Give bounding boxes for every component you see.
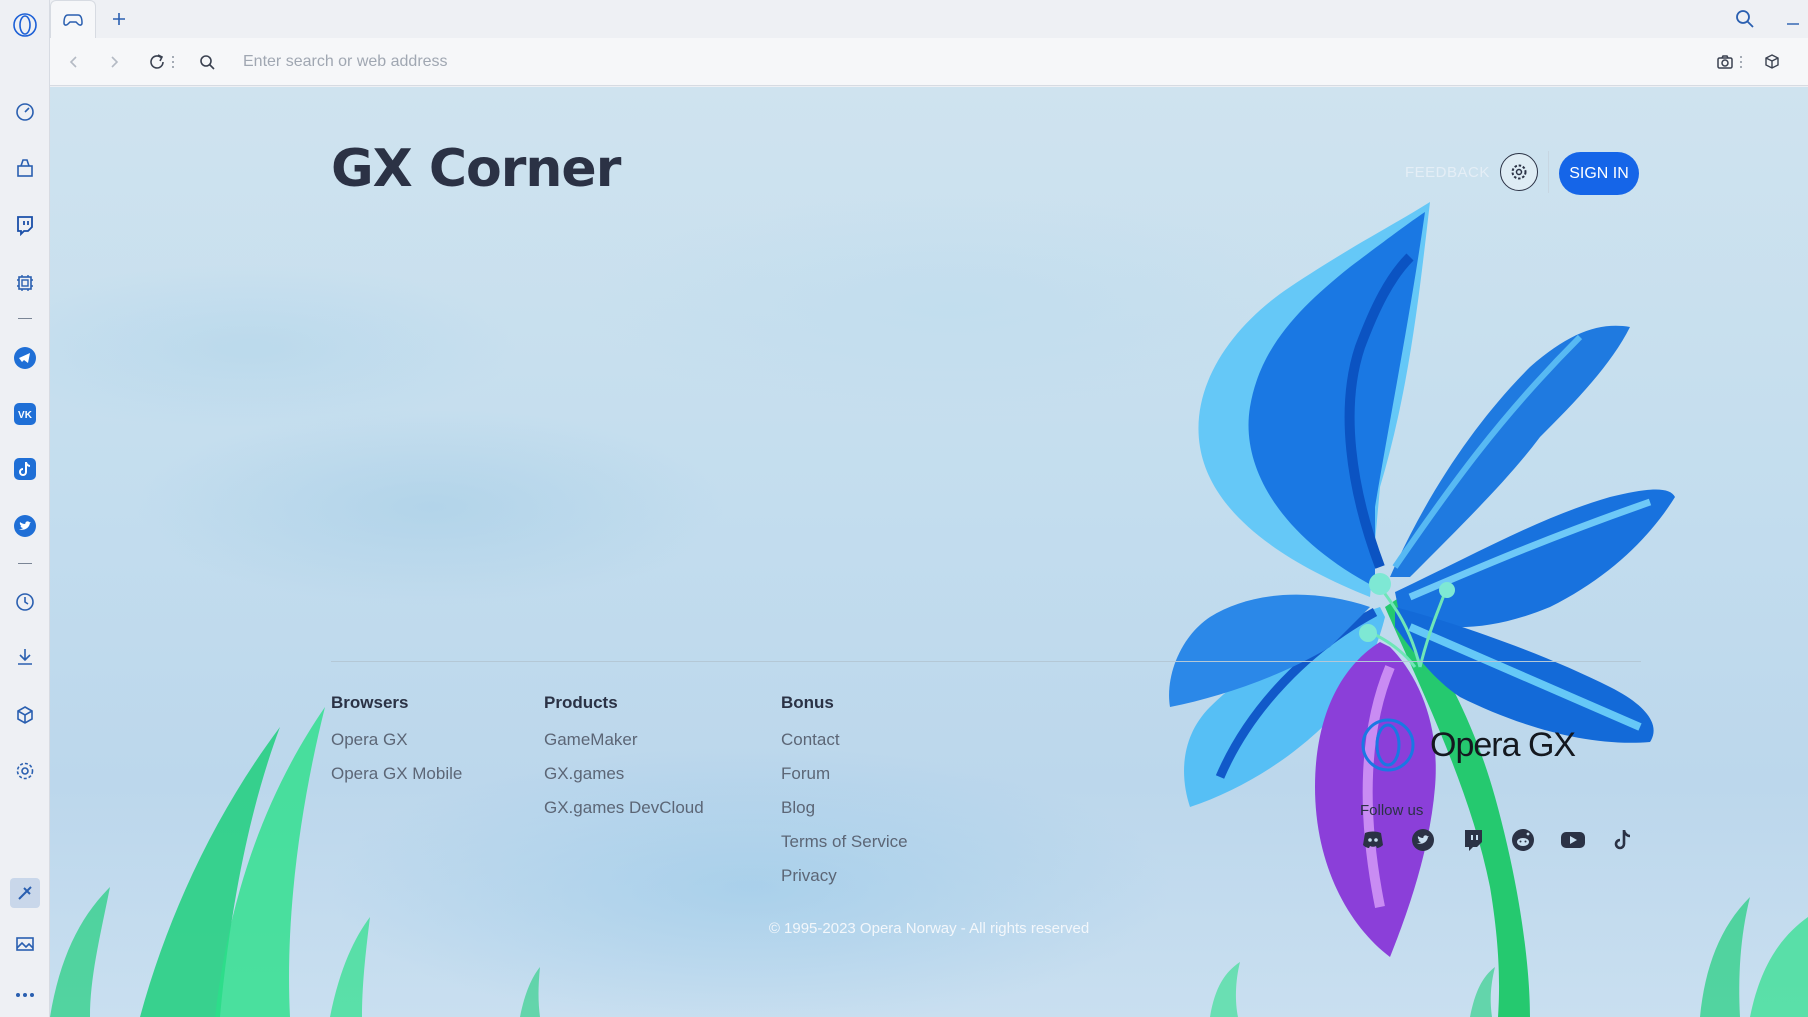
twitter-icon[interactable] — [10, 511, 40, 541]
footer-link[interactable]: Privacy — [781, 859, 908, 893]
new-tab-button[interactable] — [104, 4, 134, 34]
page-title: GX Corner — [331, 139, 621, 199]
header-divider — [1548, 151, 1549, 193]
gamepad-icon — [63, 13, 83, 26]
footer-link[interactable]: GX.games — [544, 757, 704, 791]
footer-link[interactable]: Opera GX Mobile — [331, 757, 462, 791]
opera-gx-brand[interactable]: Opera GX — [1360, 717, 1576, 773]
sidebar: VK — [0, 0, 50, 1017]
flower-background-art — [50, 202, 1808, 1017]
hardware-monitor-icon[interactable] — [10, 268, 40, 298]
reload-icon — [150, 54, 164, 69]
extensions-icon[interactable] — [10, 700, 40, 730]
sidebar-separator — [18, 318, 32, 319]
copyright-text: © 1995-2023 Opera Norway - All rights re… — [768, 920, 1090, 937]
footer-divider — [331, 661, 1641, 662]
follow-us-label: Follow us — [1360, 802, 1424, 819]
address-input[interactable] — [243, 50, 1643, 74]
footer-link[interactable]: GX.games DevCloud — [544, 791, 704, 825]
twitch-icon[interactable] — [1460, 827, 1486, 853]
footer-column-products: Products GameMaker GX.games GX.games Dev… — [544, 693, 704, 825]
page-settings-button[interactable] — [1500, 153, 1538, 191]
extensions-toolbar-button[interactable] — [1757, 47, 1787, 77]
tiktok-icon[interactable] — [1610, 827, 1636, 853]
telegram-icon[interactable] — [10, 343, 40, 373]
camera-icon — [1717, 55, 1733, 69]
address-bar — [50, 38, 1808, 86]
active-tab[interactable] — [50, 0, 96, 38]
brand-name: Opera GX — [1430, 725, 1576, 764]
history-icon[interactable] — [10, 587, 40, 617]
cube-icon — [1765, 54, 1779, 69]
footer-link[interactable]: Opera GX — [331, 723, 462, 757]
address-menu-icon[interactable] — [168, 47, 178, 77]
tab-strip — [50, 0, 1808, 38]
opera-logo-icon[interactable] — [10, 10, 40, 40]
downloads-icon[interactable] — [10, 642, 40, 672]
search-icon — [1736, 10, 1754, 28]
gear-icon — [1511, 164, 1527, 180]
speed-dial-icon[interactable] — [10, 97, 40, 127]
back-arrow-icon — [69, 56, 77, 68]
gx-control-icon[interactable] — [10, 153, 40, 183]
footer-heading: Products — [544, 693, 618, 712]
discord-icon[interactable] — [1360, 827, 1386, 853]
youtube-icon[interactable] — [1560, 827, 1586, 853]
settings-icon[interactable] — [10, 756, 40, 786]
opera-gx-logo-icon — [1361, 718, 1415, 772]
reddit-icon[interactable] — [1510, 827, 1536, 853]
tiktok-icon[interactable] — [10, 454, 40, 484]
gallery-icon[interactable] — [10, 929, 40, 959]
footer-link[interactable]: Forum — [781, 757, 908, 791]
footer-heading: Browsers — [331, 693, 409, 712]
minimize-button[interactable] — [1778, 4, 1808, 34]
sign-in-button[interactable]: SIGN IN — [1559, 152, 1639, 195]
more-icon[interactable] — [10, 980, 40, 1010]
footer-link[interactable]: Blog — [781, 791, 908, 825]
svg-text:VK: VK — [18, 410, 33, 421]
footer-link[interactable]: Terms of Service — [781, 825, 908, 859]
sidebar-separator — [18, 563, 32, 564]
gx-corner-page: GX Corner FEEDBACK SIGN IN Browsers Oper… — [50, 87, 1808, 1017]
address-search-icon — [192, 47, 222, 77]
footer-heading: Bonus — [781, 693, 834, 712]
tab-search-button[interactable] — [1730, 4, 1760, 34]
footer-column-browsers: Browsers Opera GX Opera GX Mobile — [331, 693, 462, 791]
twitter-icon[interactable] — [1410, 827, 1436, 853]
social-links — [1360, 827, 1636, 853]
gx-cleaner-icon[interactable] — [10, 878, 40, 908]
plus-icon — [113, 13, 125, 25]
twitch-icon[interactable] — [10, 210, 40, 240]
minimize-icon — [1787, 23, 1799, 25]
back-button[interactable] — [59, 47, 89, 77]
footer-link[interactable]: Contact — [781, 723, 908, 757]
forward-button[interactable] — [99, 47, 129, 77]
vk-icon[interactable]: VK — [10, 399, 40, 429]
forward-arrow-icon — [111, 56, 119, 68]
toolbar-menu-icon[interactable] — [1736, 47, 1746, 77]
footer-link[interactable]: GameMaker — [544, 723, 704, 757]
feedback-link[interactable]: FEEDBACK — [1405, 164, 1490, 181]
footer-column-bonus: Bonus Contact Forum Blog Terms of Servic… — [781, 693, 908, 893]
